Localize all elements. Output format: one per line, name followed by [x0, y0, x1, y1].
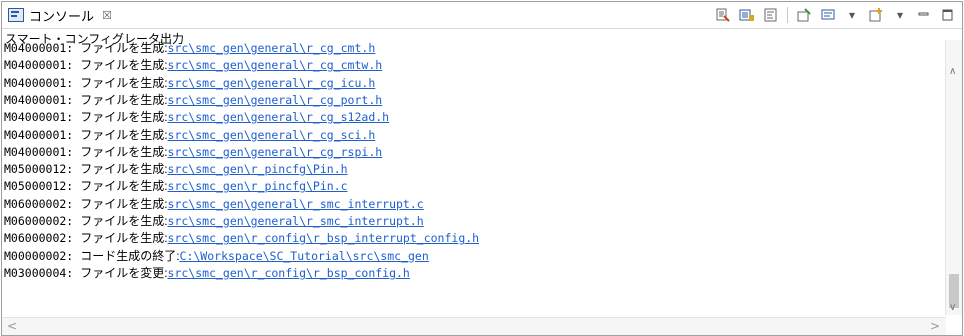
- console-line: M05000012: ファイルを生成:src\smc_gen\r_pincfg\…: [4, 179, 348, 194]
- message-text: ファイルを生成:: [80, 41, 168, 55]
- console-line: M04000001: ファイルを生成:src\smc_gen\general\r…: [4, 76, 375, 91]
- word-wrap-icon[interactable]: [763, 7, 779, 23]
- tab-label: コンソール: [29, 9, 95, 25]
- message-text: ファイルを変更:: [80, 265, 168, 280]
- scroll-down-icon[interactable]: ∨: [949, 302, 956, 313]
- open-console-icon[interactable]: [868, 7, 884, 23]
- message-text: ファイルを生成:: [80, 127, 168, 142]
- console-line: M04000001: ファイルを生成:src\smc_gen\general\r…: [4, 110, 389, 125]
- file-link[interactable]: src\smc_gen\general\r_cg_sci.h: [168, 128, 376, 142]
- message-code: M05000012:: [4, 179, 74, 194]
- console-line: M03000004: ファイルを変更:src\smc_gen\r_config\…: [4, 266, 410, 281]
- message-text: ファイルを生成:: [80, 58, 168, 73]
- message-code: M04000001:: [4, 127, 74, 142]
- message-text: ファイルを生成:: [80, 196, 168, 211]
- message-text: ファイルを生成:: [80, 214, 168, 228]
- file-link[interactable]: src\smc_gen\general\r_cg_port.h: [168, 93, 383, 107]
- console-line: M06000002: ファイルを生成:src\smc_gen\r_config\…: [4, 231, 479, 246]
- display-console-icon[interactable]: [820, 7, 836, 23]
- message-text: ファイルを生成:: [80, 179, 168, 194]
- chevron-down-icon[interactable]: ▾: [844, 7, 860, 23]
- message-code: M03000004:: [4, 265, 74, 280]
- message-code: M04000001:: [4, 58, 74, 73]
- console-line: M05000012: ファイルを生成:src\smc_gen\r_pincfg\…: [4, 162, 348, 177]
- horizontal-scrollbar[interactable]: < >: [2, 317, 946, 335]
- message-code: M05000012:: [4, 162, 74, 177]
- console-line: M04000001: ファイルを生成:src\smc_gen\general\r…: [4, 58, 382, 73]
- scroll-right-icon[interactable]: >: [930, 319, 940, 333]
- console-line: M04000001: ファイルを生成:src\smc_gen\general\r…: [4, 128, 375, 143]
- message-code: M06000002:: [4, 214, 74, 228]
- message-text: ファイルを生成:: [80, 110, 168, 125]
- message-code: M04000001:: [4, 41, 74, 55]
- file-link[interactable]: src\smc_gen\general\r_cg_icu.h: [168, 76, 376, 90]
- message-code: M00000002:: [4, 248, 74, 263]
- message-code: M06000002:: [4, 196, 74, 211]
- file-link[interactable]: src\smc_gen\general\r_cg_cmtw.h: [168, 58, 383, 72]
- file-link[interactable]: src\smc_gen\general\r_cg_cmt.h: [168, 41, 376, 55]
- toolbar-separator: [787, 7, 788, 23]
- message-code: M06000002:: [4, 231, 74, 246]
- file-link[interactable]: src\smc_gen\r_config\r_bsp_interrupt_con…: [168, 231, 480, 245]
- console-line: M04000001: ファイルを生成:src\smc_gen\general\r…: [4, 93, 382, 108]
- message-code: M04000001:: [4, 75, 74, 90]
- vertical-scrollbar[interactable]: ∧ ∨: [945, 40, 962, 315]
- file-link[interactable]: src\smc_gen\r_config\r_bsp_config.h: [168, 266, 410, 280]
- console-line: M04000001: ファイルを生成:src\smc_gen\general\r…: [4, 41, 375, 56]
- message-text: ファイルを生成:: [80, 231, 168, 246]
- message-code: M04000001:: [4, 110, 74, 125]
- file-link[interactable]: src\smc_gen\general\r_cg_rspi.h: [168, 145, 383, 159]
- minimize-icon[interactable]: [916, 7, 932, 23]
- message-text: コード生成の終了:: [80, 248, 180, 263]
- console-view: コンソール ☒ ▾ ▾ スマート・コンフィグレータ出力 M04000001: フ…: [1, 1, 963, 336]
- file-link[interactable]: src\smc_gen\r_pincfg\Pin.h: [168, 162, 348, 176]
- file-link[interactable]: C:\Workspace\SC_Tutorial\src\smc_gen: [180, 249, 429, 263]
- message-text: ファイルを生成:: [80, 162, 168, 177]
- console-line: M04000001: ファイルを生成:src\smc_gen\general\r…: [4, 145, 382, 160]
- console-line: M00000002: コード生成の終了:C:\Workspace\SC_Tuto…: [4, 249, 429, 264]
- console-line: M06000002: ファイルを生成:src\smc_gen\general\r…: [4, 197, 424, 212]
- message-code: M04000001:: [4, 144, 74, 159]
- message-text: ファイルを生成:: [80, 144, 168, 159]
- scroll-up-icon[interactable]: ∧: [949, 66, 956, 77]
- file-link[interactable]: src\smc_gen\general\r_smc_interrupt.h: [168, 214, 424, 228]
- message-code: M04000001:: [4, 92, 74, 107]
- pin-console-icon[interactable]: [796, 7, 812, 23]
- message-text: ファイルを生成:: [80, 92, 168, 107]
- scroll-left-icon[interactable]: <: [7, 319, 17, 333]
- chevron-down-icon[interactable]: ▾: [892, 7, 908, 23]
- maximize-icon[interactable]: [940, 7, 956, 23]
- tab-console[interactable]: コンソール ☒: [2, 2, 112, 28]
- console-line: M06000002: ファイルを生成:src\smc_gen\general\r…: [4, 214, 424, 229]
- close-icon[interactable]: ☒: [102, 9, 112, 22]
- view-titlebar: コンソール ☒ ▾ ▾: [2, 2, 962, 29]
- file-link[interactable]: src\smc_gen\general\r_smc_interrupt.c: [168, 197, 424, 211]
- file-link[interactable]: src\smc_gen\r_pincfg\Pin.c: [168, 179, 348, 193]
- clear-console-icon[interactable]: [715, 7, 731, 23]
- console-icon: [8, 8, 24, 22]
- scroll-lock-icon[interactable]: [739, 7, 755, 23]
- console-output[interactable]: M04000001: ファイルを生成:src\smc_gen\general\r…: [2, 40, 946, 305]
- view-toolbar: ▾ ▾: [715, 5, 956, 25]
- message-text: ファイルを生成:: [80, 75, 168, 90]
- file-link[interactable]: src\smc_gen\general\r_cg_s12ad.h: [168, 110, 390, 124]
